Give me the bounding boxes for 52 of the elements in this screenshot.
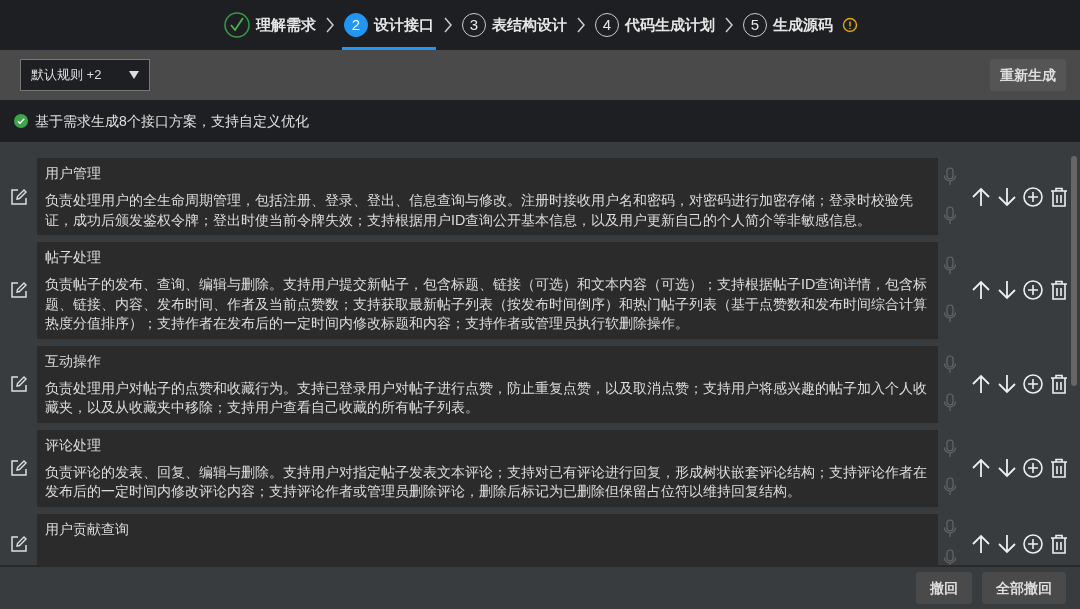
undo-all-button[interactable]: 全部撤回 [982,572,1066,604]
delete-icon[interactable] [1048,185,1070,208]
chevron-icon [325,17,335,33]
info-icon [842,17,858,33]
add-icon[interactable] [1022,532,1044,555]
edit-icon[interactable] [9,534,28,553]
edit-icon[interactable] [9,375,28,393]
add-icon[interactable] [1022,373,1044,395]
arrow-up-icon[interactable] [970,185,992,208]
add-icon[interactable] [1022,185,1044,208]
status-message: 基于需求生成8个接口方案，支持自定义优化 [35,111,309,131]
interface-title: 用户贡献查询 [45,519,130,539]
step-tab[interactable]: 4 代码生成计划 [593,3,717,50]
arrow-down-icon[interactable] [996,457,1018,479]
arrow-down-icon[interactable] [996,279,1018,302]
add-icon[interactable] [1022,457,1044,479]
arrow-up-icon[interactable] [970,532,992,555]
caret-icon [129,71,139,79]
arrow-down-icon[interactable] [996,185,1018,208]
arrow-up-icon[interactable] [970,373,992,395]
delete-icon[interactable] [1048,532,1070,555]
chevron-icon [576,17,586,33]
delete-icon[interactable] [1048,373,1070,395]
step-tab[interactable]: 3 表结构设计 [460,3,569,50]
scrollbar[interactable] [1071,156,1077,386]
dropdown-value: 默认规则 +2 [31,66,102,85]
edit-icon[interactable] [9,187,28,206]
interface-description: 负责评论的发表、回复、编辑与删除。支持用户对指定帖子发表文本评论；支持对已有评论进行回复，形成树状嵌套评论结构；支持评论作者在发布后的一定时间内修改评论内容；支持评论作者或管理员删除评论，删除后标记为已删除但保留占位符以维持回复结构。 [45,462,928,501]
edit-icon[interactable] [9,281,28,300]
interface-title: 评论处理 [45,435,102,455]
step-tab[interactable]: 5 生成源码 [741,3,835,50]
arrow-up-icon[interactable] [970,457,992,479]
edit-icon[interactable] [9,459,28,477]
arrow-down-icon[interactable] [996,373,1018,395]
arrow-down-icon[interactable] [996,532,1018,555]
interface-title: 用户管理 [45,164,102,183]
interface-title: 帖子处理 [45,248,102,267]
add-icon[interactable] [1022,279,1044,302]
regenerate-button[interactable]: 重新生成 [990,59,1066,91]
interface-title: 互动操作 [45,351,102,371]
interface-description: 负责处理用户对帖子的点赞和收藏行为。支持已登录用户对帖子进行点赞，防止重复点赞，以及取消点赞；支持用户将感兴趣的帖子加入个人收藏夹，以及从收藏夹中移除；支持用户查看自己收藏的所有帖子列表。 [45,378,928,417]
chevron-icon [443,17,453,33]
delete-icon[interactable] [1048,279,1070,302]
interface-description: 负责帖子的发布、查询、编辑与删除。支持用户提交新帖子，包含标题、链接（可选）和文本内容（可选）；支持根据帖子ID查询详情，包含标题、链接、内容、发布时间、作者及当前点赞数；支持获取最新帖子列表（按发布时间倒序）和热门帖子列表（基于点赞数和发布时间综合计算热度分值排序）；支持作者在发布后的一定时间内修改标题和内容；支持作者或管理员执行软删除操作。 [45,275,929,333]
chevron-icon [724,17,734,33]
arrow-up-icon[interactable] [970,279,992,302]
step-tab[interactable]: 理解需求 [222,3,318,50]
undo-button[interactable]: 撤回 [916,572,972,604]
rules-dropdown[interactable]: 默认规则 +2 [20,59,150,91]
step-number: 2 [344,13,368,37]
interface-description: 负责处理用户的全生命周期管理，包括注册、登录、登出、信息查询与修改。注册时接收用户名和密码，对密码进行加密存储；登录时校验凭证，成功后颁发鉴权令牌；登出时使当前令牌失效；支持根据用户ID查询公开基本信息，以及用户更新自己的个人简介等非敏感信息。 [45,191,914,230]
delete-icon[interactable] [1048,457,1070,479]
